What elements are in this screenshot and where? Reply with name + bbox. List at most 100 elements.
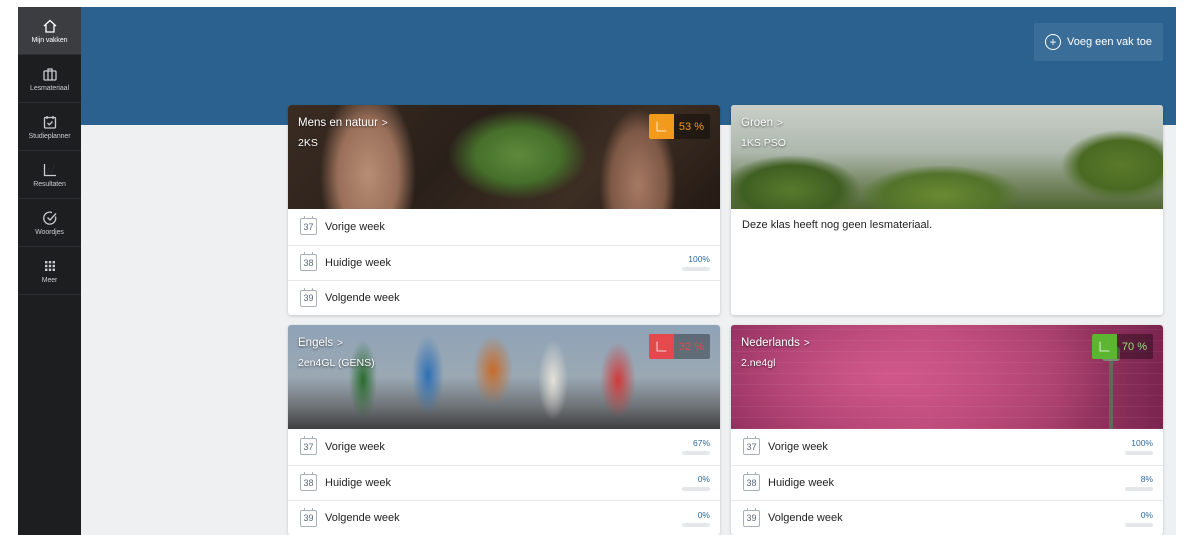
home-icon — [42, 18, 58, 34]
sidebar-item-label: Resultaten — [33, 180, 66, 188]
grid-icon — [42, 258, 58, 274]
card-class-name: 1KS PSO — [741, 137, 786, 149]
week-row-current[interactable]: 38 Huidige week 0% — [288, 464, 720, 501]
brick-wall-lamp-image: Nederlands > 2.ne4gl 70 % — [731, 325, 1163, 429]
sidebar-item-label: Meer — [41, 276, 58, 284]
score-badge[interactable]: 32 % — [648, 334, 710, 359]
week-label: Volgende week — [325, 292, 400, 305]
score-value: 53 % — [678, 120, 704, 133]
week-list: 37 Vorige week 100% 38 Huidige week 8% 3… — [731, 429, 1163, 535]
plant-seedling-image: Mens en natuur > 2KS 53 % — [288, 105, 720, 209]
progress-indicator: 100% — [680, 254, 710, 272]
card-title-link[interactable]: Mens en natuur > — [298, 117, 388, 129]
progress-text: 100% — [688, 254, 710, 265]
progress-text: 0% — [697, 474, 710, 485]
chevron-right-icon: > — [337, 338, 344, 349]
chevron-right-icon: > — [776, 118, 783, 129]
progress-text: 0% — [697, 509, 710, 520]
street-lamp-shape — [1109, 355, 1113, 429]
results-chart-icon — [648, 334, 674, 359]
week-label: Volgende week — [768, 512, 843, 525]
sidebar-item-meer[interactable]: Meer — [18, 247, 81, 295]
sidebar-item-resultaten[interactable]: Resultaten — [18, 151, 81, 199]
card-class-name: 2en4GL (GENS) — [298, 357, 375, 369]
sidebar-item-mijn-vakken[interactable]: Mijn vakken — [18, 7, 81, 55]
add-subject-label: Voeg een vak toe — [1066, 36, 1152, 48]
card-class-name: 2KS — [298, 137, 318, 149]
jumping-people-image: Engels > 2en4GL (GENS) 32 % — [288, 325, 720, 429]
week-label: Huidige week — [768, 476, 835, 489]
card-title-text: Nederlands — [741, 337, 800, 349]
progress-track — [1125, 451, 1153, 456]
card-title-link[interactable]: Groen > — [741, 117, 783, 129]
progress-indicator: 0% — [680, 510, 710, 527]
week-row-next[interactable]: 39 Volgende week 0% — [288, 500, 720, 535]
week-row-previous[interactable]: 37 Vorige week — [288, 209, 720, 245]
calendar-icon: 39 — [300, 287, 317, 307]
chevron-right-icon: > — [803, 338, 810, 349]
check-circle-icon — [42, 210, 58, 226]
calendar-icon: 38 — [743, 472, 760, 492]
score-badge[interactable]: 53 % — [648, 114, 710, 139]
subject-card: Nederlands > 2.ne4gl 70 % 37 Vorige week … — [731, 325, 1163, 535]
week-label: Vorige week — [325, 220, 385, 233]
week-label: Volgende week — [325, 512, 400, 525]
plus-circle-icon: + — [1044, 34, 1061, 50]
progress-indicator: 67% — [680, 438, 710, 456]
week-row-current[interactable]: 38 Huidige week 100% — [288, 244, 720, 281]
score-badge[interactable]: 70 % — [1091, 334, 1153, 359]
sidebar-item-woordjes[interactable]: Woordjes — [18, 199, 81, 247]
week-label: Huidige week — [325, 256, 392, 269]
week-row-current[interactable]: 38 Huidige week 8% — [731, 464, 1163, 501]
week-label: Vorige week — [768, 440, 828, 453]
add-subject-button[interactable]: + Voeg een vak toe — [1033, 23, 1163, 61]
results-chart-icon — [648, 114, 674, 139]
calendar-icon: 39 — [300, 507, 317, 527]
card-title-link[interactable]: Engels > — [298, 337, 343, 349]
sidebar-item-label: Lesmateriaal — [30, 84, 69, 92]
week-row-previous[interactable]: 37 Vorige week 67% — [288, 429, 720, 465]
sidebar-item-studieplanner[interactable]: Studieplanner — [18, 103, 81, 151]
progress-indicator: 0% — [1123, 510, 1153, 527]
progress-indicator: 0% — [680, 474, 710, 492]
calendar-icon: 38 — [300, 472, 317, 492]
progress-text: 0% — [1140, 509, 1153, 520]
week-list: 37 Vorige week 38 Huidige week 100% 39 V… — [288, 209, 720, 315]
chart-icon — [42, 162, 58, 178]
week-row-next[interactable]: 39 Volgende week 0% — [731, 500, 1163, 535]
sidebar-item-lesmateriaal[interactable]: Lesmateriaal — [18, 55, 81, 103]
sidebar-item-label: Woordjes — [35, 228, 64, 236]
sidebar-item-label: Mijn vakken — [31, 36, 68, 44]
briefcase-icon — [42, 66, 58, 82]
calendar-icon: 39 — [743, 507, 760, 527]
calendar-icon: 37 — [300, 436, 317, 456]
week-row-previous[interactable]: 37 Vorige week 100% — [731, 429, 1163, 465]
progress-track — [682, 451, 710, 456]
week-list: 37 Vorige week 67% 38 Huidige week 0% 39… — [288, 429, 720, 535]
empty-message: Deze klas heeft nog geen lesmateriaal. — [742, 219, 933, 231]
progress-track — [1125, 522, 1153, 527]
app: Mijn vakken Lesmateriaal Studieplanner R… — [0, 0, 1190, 535]
progress-track — [682, 522, 710, 527]
card-title-link[interactable]: Nederlands > — [741, 337, 810, 349]
subject-card: Engels > 2en4GL (GENS) 32 % 37 Vorige wee… — [288, 325, 720, 535]
week-label: Vorige week — [325, 440, 385, 453]
calendar-icon: 37 — [300, 216, 317, 236]
sidebar-item-label: Studieplanner — [28, 132, 71, 140]
progress-track — [1125, 487, 1153, 492]
chevron-right-icon: > — [381, 118, 388, 129]
calendar-check-icon — [42, 114, 58, 130]
progress-text: 67% — [692, 438, 710, 449]
progress-indicator: 8% — [1123, 474, 1153, 492]
card-class-name: 2.ne4gl — [741, 357, 776, 369]
progress-text: 8% — [1140, 474, 1153, 485]
card-title-text: Groen — [741, 117, 773, 129]
main-content: + Voeg een vak toe Mens en natuur > 2KS 5… — [81, 7, 1176, 535]
week-label: Huidige week — [325, 476, 392, 489]
topiary-garden-image: Groen > 1KS PSO — [731, 105, 1163, 209]
week-row-next[interactable]: 39 Volgende week — [288, 280, 720, 315]
score-value: 70 % — [1121, 340, 1147, 353]
results-chart-icon — [1091, 334, 1117, 359]
calendar-icon: 38 — [300, 252, 317, 272]
calendar-icon: 37 — [743, 436, 760, 456]
